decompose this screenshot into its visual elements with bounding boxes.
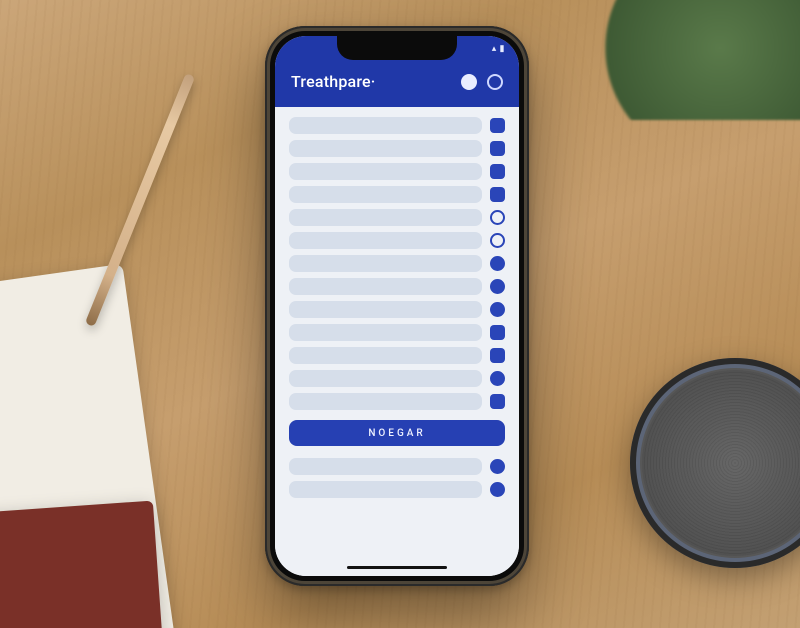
row-trailing-ring-icon[interactable]	[490, 210, 505, 225]
post-row[interactable]	[289, 481, 505, 498]
status-indicators: ▴ ▮	[492, 44, 505, 54]
row-placeholder-bar	[289, 255, 482, 272]
row-trailing-square-icon[interactable]	[490, 187, 505, 202]
list-row[interactable]	[289, 209, 505, 226]
main-list: NOEGAR	[275, 107, 519, 576]
list-row[interactable]	[289, 393, 505, 410]
row-placeholder-bar	[289, 163, 482, 180]
row-trailing-circle-icon[interactable]	[490, 302, 505, 317]
row-placeholder-bar	[289, 117, 482, 134]
row-placeholder-bar	[289, 324, 482, 341]
list-row[interactable]	[289, 370, 505, 387]
row-trailing-square-icon[interactable]	[490, 394, 505, 409]
row-trailing-circle-icon[interactable]	[490, 371, 505, 386]
row-trailing-square-icon[interactable]	[490, 325, 505, 340]
row-placeholder-bar	[289, 458, 482, 475]
prop-red-book	[0, 501, 167, 628]
list-row[interactable]	[289, 324, 505, 341]
row-placeholder-bar	[289, 186, 482, 203]
list-row[interactable]	[289, 255, 505, 272]
row-trailing-square-icon[interactable]	[490, 348, 505, 363]
row-placeholder-bar	[289, 370, 482, 387]
list-row[interactable]	[289, 278, 505, 295]
phone-screen: ▴ ▮ Treathpare· NOEGAR	[275, 36, 519, 576]
list-row[interactable]	[289, 232, 505, 249]
row-trailing-square-icon[interactable]	[490, 164, 505, 179]
row-placeholder-bar	[289, 209, 482, 226]
list-row[interactable]	[289, 347, 505, 364]
home-indicator[interactable]	[347, 566, 447, 569]
cta-label: NOEGAR	[368, 428, 425, 439]
list-row[interactable]	[289, 163, 505, 180]
row-placeholder-bar	[289, 393, 482, 410]
row-placeholder-bar	[289, 140, 482, 157]
prop-plant	[600, 0, 800, 120]
row-placeholder-bar	[289, 278, 482, 295]
row-placeholder-bar	[289, 301, 482, 318]
list-row[interactable]	[289, 140, 505, 157]
header-avatar-icon[interactable]	[461, 74, 477, 90]
list-row[interactable]	[289, 117, 505, 134]
row-trailing-square-icon[interactable]	[490, 118, 505, 133]
app-header: Treathpare·	[275, 62, 519, 107]
row-trailing-square-icon[interactable]	[490, 141, 505, 156]
primary-cta-button[interactable]: NOEGAR	[289, 420, 505, 446]
row-placeholder-bar	[289, 481, 482, 498]
header-actions	[461, 74, 503, 90]
row-placeholder-bar	[289, 347, 482, 364]
row-trailing-circle-icon[interactable]	[490, 256, 505, 271]
phone-notch	[337, 36, 457, 60]
list-row[interactable]	[289, 301, 505, 318]
app-title: Treathpare·	[291, 72, 376, 91]
post-row[interactable]	[289, 458, 505, 475]
row-trailing-circle-icon[interactable]	[490, 482, 505, 497]
list-row[interactable]	[289, 186, 505, 203]
row-trailing-circle-icon[interactable]	[490, 279, 505, 294]
row-trailing-circle-icon[interactable]	[490, 459, 505, 474]
header-refresh-icon[interactable]	[487, 74, 503, 90]
phone-frame: ▴ ▮ Treathpare· NOEGAR	[265, 26, 529, 586]
row-trailing-ring-icon[interactable]	[490, 233, 505, 248]
row-placeholder-bar	[289, 232, 482, 249]
